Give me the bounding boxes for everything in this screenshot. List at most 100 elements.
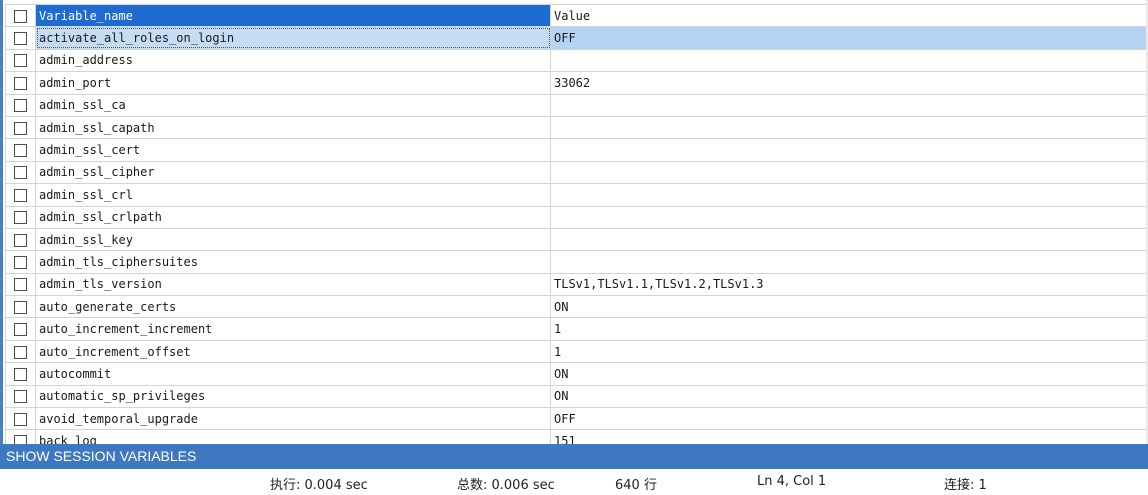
value-cell[interactable] (550, 115, 1147, 140)
value-cell[interactable] (550, 138, 1147, 162)
table-row[interactable]: admin_ssl_ca (5, 93, 1147, 117)
row-checkbox-cell[interactable] (5, 429, 36, 444)
table-row[interactable]: back_log 151 (5, 429, 1147, 444)
row-checkbox-cell[interactable] (5, 407, 36, 431)
value-cell[interactable] (550, 48, 1147, 73)
row-checkbox[interactable] (14, 188, 27, 202)
row-checkbox-cell[interactable] (5, 339, 36, 364)
table-row[interactable]: admin_address (5, 48, 1147, 73)
row-checkbox[interactable] (14, 144, 27, 158)
value-cell[interactable]: TLSv1,TLSv1.1,TLSv1.2,TLSv1.3 (550, 272, 1147, 297)
table-row[interactable]: auto_generate_certs ON (5, 295, 1147, 319)
value-cell[interactable]: OFF (550, 26, 1147, 50)
table-row[interactable]: auto_increment_increment 1 (5, 317, 1147, 341)
variable-name-cell[interactable]: admin_tls_ciphersuites (35, 250, 551, 274)
table-row[interactable]: admin_ssl_key (5, 227, 1147, 252)
row-checkbox[interactable] (14, 166, 27, 180)
variable-name-cell[interactable]: auto_generate_certs (35, 295, 551, 319)
row-checkbox[interactable] (14, 300, 27, 314)
value-cell[interactable]: 1 (550, 317, 1147, 341)
row-checkbox-cell[interactable] (5, 295, 36, 319)
row-checkbox-cell[interactable] (5, 138, 36, 162)
table-row[interactable]: admin_tls_version TLSv1,TLSv1.1,TLSv1.2,T… (5, 272, 1147, 297)
variable-name-cell[interactable]: admin_ssl_capath (35, 115, 551, 140)
value-cell[interactable]: 151 (550, 429, 1147, 444)
variable-name-cell[interactable]: avoid_temporal_upgrade (35, 407, 551, 431)
row-checkbox[interactable] (14, 233, 27, 247)
table-row[interactable]: auto_increment_offset 1 (5, 339, 1147, 364)
variable-name-cell[interactable]: auto_increment_offset (35, 339, 551, 364)
row-checkbox-cell[interactable] (5, 384, 36, 409)
row-checkbox[interactable] (14, 345, 27, 359)
value-cell[interactable] (550, 227, 1147, 252)
table-row[interactable]: admin_ssl_cert (5, 138, 1147, 162)
value-cell[interactable] (550, 93, 1147, 117)
row-checkbox[interactable] (14, 278, 27, 292)
value-cell[interactable]: ON (550, 295, 1147, 319)
value-cell[interactable]: OFF (550, 407, 1147, 431)
variable-name-cell[interactable]: admin_ssl_cert (35, 138, 551, 162)
variable-name-cell[interactable]: admin_ssl_ca (35, 93, 551, 117)
value-cell[interactable] (550, 205, 1147, 229)
row-checkbox-cell[interactable] (5, 317, 36, 341)
variable-name-cell[interactable]: admin_port (35, 71, 551, 95)
table-row[interactable]: admin_ssl_crl (5, 183, 1147, 207)
row-checkbox-cell[interactable] (5, 71, 36, 95)
row-checkbox-cell[interactable] (5, 362, 36, 386)
variable-name-cell[interactable]: automatic_sp_privileges (35, 384, 551, 409)
row-checkbox-cell[interactable] (5, 183, 36, 207)
value-cell[interactable]: 1 (550, 339, 1147, 364)
row-checkbox-cell[interactable] (5, 227, 36, 252)
column-header-value[interactable]: Value (550, 3, 1147, 28)
table-row[interactable]: admin_ssl_cipher (5, 160, 1147, 185)
table-row[interactable]: admin_ssl_capath (5, 115, 1147, 140)
variable-name-cell[interactable]: admin_tls_version (35, 272, 551, 297)
variable-name-cell[interactable]: admin_address (35, 48, 551, 73)
variable-name-cell[interactable]: activate_all_roles_on_login (35, 26, 551, 50)
variable-name-cell[interactable]: autocommit (35, 362, 551, 386)
row-checkbox-cell[interactable] (5, 272, 36, 297)
value-cell[interactable]: 33062 (550, 71, 1147, 95)
row-checkbox[interactable] (14, 323, 27, 337)
row-checkbox[interactable] (14, 121, 27, 135)
variable-name-cell[interactable]: back_log (35, 429, 551, 444)
value-cell[interactable]: ON (550, 384, 1147, 409)
row-checkbox-cell[interactable] (5, 93, 36, 117)
row-checkbox-cell[interactable] (5, 26, 36, 50)
variable-name-cell[interactable]: admin_ssl_crl (35, 183, 551, 207)
value-cell[interactable]: ON (550, 362, 1147, 386)
table-row[interactable]: admin_ssl_crlpath (5, 205, 1147, 229)
row-checkbox[interactable] (14, 435, 27, 444)
variable-name-cell[interactable]: admin_ssl_cipher (35, 160, 551, 185)
row-checkbox[interactable] (14, 54, 27, 68)
row-checkbox[interactable] (14, 99, 27, 113)
row-checkbox[interactable] (14, 390, 27, 404)
result-grid-panel[interactable]: Variable_name Value activate_all_roles_o… (0, 0, 1148, 444)
table-row[interactable]: autocommit ON (5, 362, 1147, 386)
table-row[interactable]: automatic_sp_privileges ON (5, 384, 1147, 409)
row-checkbox[interactable] (14, 76, 27, 90)
table-row[interactable]: activate_all_roles_on_login OFF (5, 26, 1147, 50)
table-row[interactable]: admin_port 33062 (5, 71, 1147, 95)
variable-name-cell[interactable]: admin_ssl_crlpath (35, 205, 551, 229)
row-checkbox[interactable] (14, 211, 27, 225)
row-checkbox-cell[interactable] (5, 160, 36, 185)
value-cell[interactable] (550, 160, 1147, 185)
variable-name-cell[interactable]: auto_increment_increment (35, 317, 551, 341)
row-checkbox[interactable] (14, 367, 27, 381)
row-checkbox[interactable] (14, 32, 27, 46)
variable-name-cell[interactable]: admin_ssl_key (35, 227, 551, 252)
row-checkbox[interactable] (14, 255, 27, 269)
row-checkbox-cell[interactable] (5, 250, 36, 274)
header-checkbox-cell[interactable] (5, 3, 36, 28)
row-checkbox-cell[interactable] (5, 205, 36, 229)
value-cell[interactable] (550, 183, 1147, 207)
table-row[interactable]: avoid_temporal_upgrade OFF (5, 407, 1147, 431)
column-header-variable-name[interactable]: Variable_name (35, 3, 551, 28)
value-cell[interactable] (550, 250, 1147, 274)
row-checkbox-cell[interactable] (5, 48, 36, 73)
row-checkbox-cell[interactable] (5, 115, 36, 140)
row-checkbox[interactable] (14, 412, 27, 426)
table-row[interactable]: admin_tls_ciphersuites (5, 250, 1147, 274)
header-checkbox[interactable] (14, 9, 27, 23)
